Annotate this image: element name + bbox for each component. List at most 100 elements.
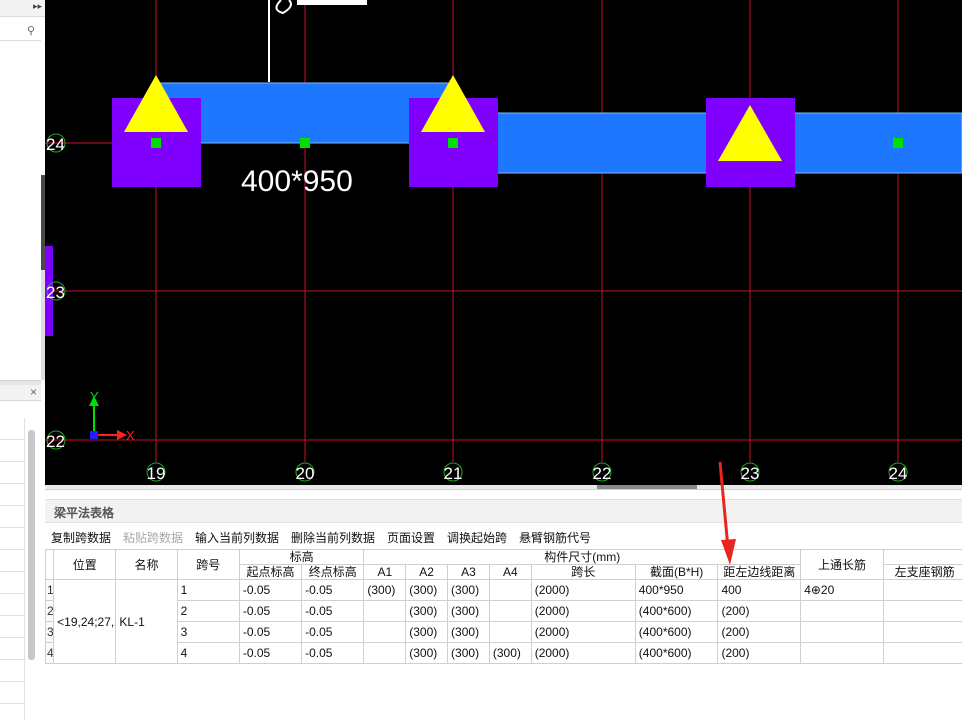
cell-position[interactable]: <19,24;27,24> bbox=[53, 579, 117, 664]
cell-left-support-rebar[interactable] bbox=[882, 642, 962, 664]
ucs-axis-icon: X Y bbox=[89, 389, 135, 443]
input-column-data-button[interactable]: 输入当前列数据 bbox=[195, 529, 279, 546]
grip-point[interactable] bbox=[300, 138, 310, 148]
col-header-member-size[interactable]: 构件尺寸(mm) bbox=[363, 549, 802, 565]
cell-span[interactable]: 3 bbox=[176, 621, 240, 643]
copy-span-data-button[interactable]: 复制跨数据 bbox=[51, 529, 111, 546]
col-header-left-edge-distance[interactable]: 距左边线距离 bbox=[717, 564, 802, 580]
col-header-end-elev[interactable]: 终点标高 bbox=[301, 564, 365, 580]
cell-top-long-rebar[interactable] bbox=[800, 621, 884, 643]
cell-a2[interactable]: (300) bbox=[405, 600, 449, 622]
beam-table-panel: 梁平法表格 复制跨数据 粘贴跨数据 输入当前列数据 删除当前列数据 页面设置 调… bbox=[44, 490, 962, 720]
cell-end-elev[interactable]: -0.05 bbox=[301, 621, 365, 643]
cell-start-elev[interactable]: -0.05 bbox=[238, 579, 303, 601]
cell-start-elev[interactable]: -0.05 bbox=[238, 642, 303, 664]
cell-section[interactable]: (400*600) bbox=[634, 621, 719, 643]
cell-end-elev[interactable]: -0.05 bbox=[301, 579, 365, 601]
cell-a2[interactable]: (300) bbox=[405, 642, 449, 664]
cell-end-elev[interactable]: -0.05 bbox=[301, 642, 365, 664]
col-header-left-support-rebar[interactable]: 左支座钢筋 bbox=[882, 564, 962, 580]
cell-a1[interactable] bbox=[363, 621, 407, 643]
cell-section[interactable]: (400*600) bbox=[634, 642, 719, 664]
row-index: 3 bbox=[44, 621, 55, 643]
cell-left-edge-distance[interactable]: (200) bbox=[717, 600, 802, 622]
grip-point[interactable] bbox=[151, 138, 161, 148]
cell-end-elev[interactable]: -0.05 bbox=[301, 600, 365, 622]
cell-a1[interactable] bbox=[363, 600, 407, 622]
col-header-start-elev[interactable]: 起点标高 bbox=[238, 564, 303, 580]
cell-top-long-rebar[interactable] bbox=[800, 600, 884, 622]
cell-left-support-rebar[interactable] bbox=[882, 579, 962, 601]
splitter-grip[interactable] bbox=[597, 485, 697, 489]
grip-point[interactable] bbox=[893, 138, 903, 148]
cell-a2[interactable]: (300) bbox=[405, 621, 449, 643]
col-header-elevation[interactable]: 标高 bbox=[238, 549, 365, 565]
col-axis-label: 23 bbox=[741, 464, 760, 483]
cell-start-elev[interactable]: -0.05 bbox=[238, 600, 303, 622]
left-dock-search[interactable]: ⚲ bbox=[0, 22, 41, 41]
row-axis-label: 22 bbox=[46, 432, 65, 451]
cell-span[interactable]: 4 bbox=[176, 642, 240, 664]
cell-span-length[interactable]: (2000) bbox=[530, 621, 636, 643]
col-header-span-no[interactable]: 跨号 bbox=[176, 549, 240, 580]
col-header-a3[interactable]: A3 bbox=[447, 564, 490, 580]
cad-viewport[interactable]: 400*950 24 23 22 19 20 21 22 23 24 X Y bbox=[45, 0, 962, 485]
col-header-a2[interactable]: A2 bbox=[405, 564, 449, 580]
cell-span[interactable]: 1 bbox=[176, 579, 240, 601]
col-header-section[interactable]: 截面(B*H) bbox=[634, 564, 719, 580]
close-icon[interactable]: × bbox=[30, 385, 37, 399]
cantilever-rebar-code-button[interactable]: 悬臂钢筋代号 bbox=[519, 529, 591, 546]
cell-a3[interactable]: (300) bbox=[447, 579, 490, 601]
cell-start-elev[interactable]: -0.05 bbox=[238, 621, 303, 643]
grid-lines bbox=[45, 0, 962, 462]
col-header-a4[interactable]: A4 bbox=[488, 564, 532, 580]
col-header-top-long-rebar[interactable]: 上通长筋 bbox=[800, 549, 884, 580]
left-dock-list bbox=[0, 418, 25, 720]
left-dock-subheader: × bbox=[0, 385, 41, 401]
cell-span[interactable]: 2 bbox=[176, 600, 240, 622]
cell-a4[interactable] bbox=[488, 579, 532, 601]
col-header-name[interactable]: 名称 bbox=[115, 549, 178, 580]
grip-point[interactable] bbox=[448, 138, 458, 148]
cell-name[interactable]: KL-1 bbox=[115, 579, 178, 664]
cell-left-support-rebar[interactable] bbox=[882, 600, 962, 622]
cell-a4[interactable] bbox=[488, 600, 532, 622]
cell-top-long-rebar[interactable] bbox=[800, 642, 884, 664]
table-header-row: 位置 名称 跨号 标高 构件尺寸(mm) 上通长筋 bbox=[44, 549, 962, 580]
cell-a2[interactable]: (300) bbox=[405, 579, 449, 601]
col-axis-label: 20 bbox=[296, 464, 315, 483]
col-header-position[interactable]: 位置 bbox=[53, 549, 117, 580]
col-header-span-length[interactable]: 跨长 bbox=[530, 564, 636, 580]
cell-section[interactable]: (400*600) bbox=[634, 600, 719, 622]
page-setup-button[interactable]: 页面设置 bbox=[387, 529, 435, 546]
cell-a1[interactable]: (300) bbox=[363, 579, 407, 601]
left-dock-scrollbar[interactable] bbox=[28, 430, 35, 660]
table-row: 4 4 -0.05 -0.05 (300) (300) (300) (2000)… bbox=[44, 642, 962, 664]
delete-column-data-button[interactable]: 删除当前列数据 bbox=[291, 529, 375, 546]
search-icon[interactable]: ⚲ bbox=[27, 24, 35, 37]
cell-a4[interactable] bbox=[488, 621, 532, 643]
cell-a3[interactable]: (300) bbox=[447, 600, 490, 622]
cell-span-length[interactable]: (2000) bbox=[530, 579, 636, 601]
cell-a3[interactable]: (300) bbox=[447, 621, 490, 643]
expand-icon[interactable]: ▸▸ bbox=[33, 1, 42, 12]
cad-drawing[interactable]: 400*950 24 23 22 19 20 21 22 23 24 X Y bbox=[45, 0, 962, 485]
table-row: 3 3 -0.05 -0.05 (300) (300) (2000) (400*… bbox=[44, 621, 962, 643]
cell-a3[interactable]: (300) bbox=[447, 642, 490, 664]
col-header-a1[interactable]: A1 bbox=[363, 564, 407, 580]
table-row: 2 2 -0.05 -0.05 (300) (300) (2000) (400*… bbox=[44, 600, 962, 622]
cell-a4[interactable]: (300) bbox=[488, 642, 532, 664]
panel-title: 梁平法表格 bbox=[54, 506, 115, 520]
cell-left-support-rebar[interactable] bbox=[882, 621, 962, 643]
cell-left-edge-distance[interactable]: (200) bbox=[717, 621, 802, 643]
cell-span-length[interactable]: (2000) bbox=[530, 642, 636, 664]
cell-left-edge-distance[interactable]: (200) bbox=[717, 642, 802, 664]
table-row: 1 <19,24;27,24> KL-1 1 -0.05 -0.05 (300)… bbox=[44, 579, 962, 664]
cell-section[interactable]: 400*950 bbox=[634, 579, 719, 601]
paste-span-data-button[interactable]: 粘贴跨数据 bbox=[123, 529, 183, 546]
cell-left-edge-distance[interactable]: 400 bbox=[717, 579, 802, 601]
cell-top-long-rebar[interactable]: 4⊕20 bbox=[800, 579, 884, 601]
swap-start-span-button[interactable]: 调换起始跨 bbox=[447, 529, 507, 546]
cell-span-length[interactable]: (2000) bbox=[530, 600, 636, 622]
cell-a1[interactable] bbox=[363, 642, 407, 664]
